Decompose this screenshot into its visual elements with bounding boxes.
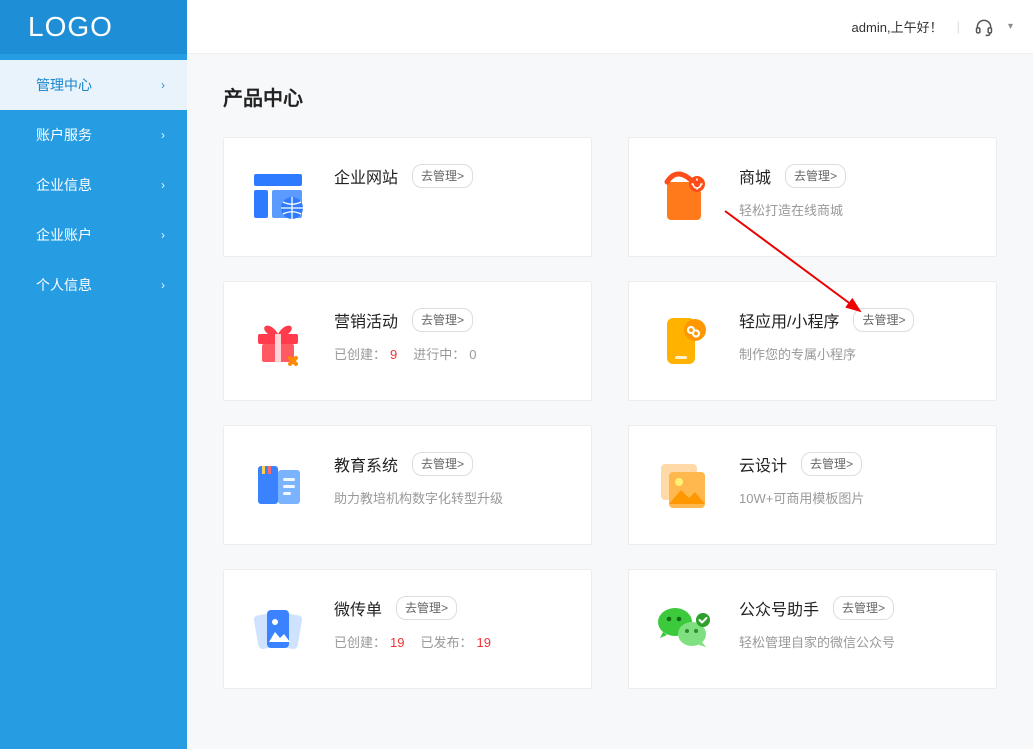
card-subtitle: 轻松打造在线商城 bbox=[739, 200, 970, 219]
cloud-design-icon bbox=[655, 456, 711, 512]
sidebar-item-management-center[interactable]: 管理中心 › bbox=[0, 60, 187, 110]
stat-label: 已创建： bbox=[334, 347, 386, 362]
headset-icon[interactable] bbox=[974, 17, 994, 37]
miniprogram-icon bbox=[655, 312, 711, 368]
stat-value: 9 bbox=[390, 347, 397, 362]
stat-label: 已发布： bbox=[420, 635, 472, 650]
chevron-right-icon: › bbox=[161, 128, 165, 142]
card-mall: 商城 去管理> 轻松打造在线商城 bbox=[628, 137, 997, 257]
sidebar-item-label: 个人信息 bbox=[36, 275, 92, 295]
card-cloud-design: 云设计 去管理> 10W+可商用模板图片 bbox=[628, 425, 997, 545]
card-subtitle: 助力教培机构数字化转型升级 bbox=[334, 488, 565, 507]
sidebar-item-label: 企业账户 bbox=[36, 225, 92, 245]
card-title: 教育系统 bbox=[334, 452, 398, 476]
card-title: 商城 bbox=[739, 164, 771, 188]
greeting-text: admin,上午好！ bbox=[852, 17, 943, 36]
card-stats: 已创建： 19 已发布： 19 bbox=[334, 632, 565, 651]
chevron-right-icon: › bbox=[161, 178, 165, 192]
product-grid: 企业网站 去管理> 商城 去管理> 轻松打造在线商城 bbox=[223, 137, 997, 689]
card-stats: 已创建： 9 进行中： 0 bbox=[334, 344, 565, 363]
topbar: admin,上午好！ | ▾ bbox=[187, 0, 1033, 54]
flyer-icon bbox=[250, 600, 306, 656]
sidebar-item-account-service[interactable]: 账户服务 › bbox=[0, 110, 187, 160]
card-flyer: 微传单 去管理> 已创建： 19 已发布： 19 bbox=[223, 569, 592, 689]
card-subtitle: 轻松管理自家的微信公众号 bbox=[739, 632, 970, 651]
mall-icon bbox=[655, 168, 711, 224]
card-miniprogram: 轻应用/小程序 去管理> 制作您的专属小程序 bbox=[628, 281, 997, 401]
stat-label: 进行中： bbox=[413, 347, 465, 362]
chevron-right-icon: › bbox=[161, 228, 165, 242]
manage-button[interactable]: 去管理> bbox=[785, 164, 846, 188]
manage-button[interactable]: 去管理> bbox=[833, 596, 894, 620]
sidebar-item-label: 账户服务 bbox=[36, 125, 92, 145]
sidebar-item-label: 管理中心 bbox=[36, 75, 92, 95]
manage-button[interactable]: 去管理> bbox=[412, 308, 473, 332]
gift-icon bbox=[250, 312, 306, 368]
divider: | bbox=[957, 19, 960, 34]
chevron-down-icon[interactable]: ▾ bbox=[1008, 21, 1013, 32]
stat-value: 19 bbox=[477, 635, 491, 650]
manage-button[interactable]: 去管理> bbox=[396, 596, 457, 620]
card-subtitle: 10W+可商用模板图片 bbox=[739, 488, 970, 507]
sidebar: LOGO 管理中心 › 账户服务 › 企业信息 › 企业账户 › 个人信息 › bbox=[0, 0, 187, 749]
website-icon bbox=[250, 168, 306, 224]
stat-label: 已创建： bbox=[334, 635, 386, 650]
card-title: 云设计 bbox=[739, 452, 787, 476]
logo: LOGO bbox=[0, 0, 187, 54]
manage-button[interactable]: 去管理> bbox=[853, 308, 914, 332]
card-marketing: 营销活动 去管理> 已创建： 9 进行中： 0 bbox=[223, 281, 592, 401]
card-website: 企业网站 去管理> bbox=[223, 137, 592, 257]
education-icon bbox=[250, 456, 306, 512]
card-wechat-assistant: 公众号助手 去管理> 轻松管理自家的微信公众号 bbox=[628, 569, 997, 689]
manage-button[interactable]: 去管理> bbox=[801, 452, 862, 476]
chevron-right-icon: › bbox=[161, 78, 165, 92]
chevron-right-icon: › bbox=[161, 278, 165, 292]
card-title: 轻应用/小程序 bbox=[739, 308, 839, 332]
sidebar-item-company-info[interactable]: 企业信息 › bbox=[0, 160, 187, 210]
stat-value: 0 bbox=[469, 347, 476, 362]
stat-value: 19 bbox=[390, 635, 404, 650]
card-title: 公众号助手 bbox=[739, 596, 819, 620]
sidebar-item-personal-info[interactable]: 个人信息 › bbox=[0, 260, 187, 310]
card-subtitle: 制作您的专属小程序 bbox=[739, 344, 970, 363]
nav: 管理中心 › 账户服务 › 企业信息 › 企业账户 › 个人信息 › bbox=[0, 54, 187, 310]
card-title: 微传单 bbox=[334, 596, 382, 620]
wechat-icon bbox=[655, 600, 711, 656]
manage-button[interactable]: 去管理> bbox=[412, 452, 473, 476]
page-title: 产品中心 bbox=[223, 82, 997, 111]
card-title: 企业网站 bbox=[334, 164, 398, 188]
main: 产品中心 企业网站 去管理> bbox=[187, 54, 1033, 749]
card-title: 营销活动 bbox=[334, 308, 398, 332]
card-education: 教育系统 去管理> 助力教培机构数字化转型升级 bbox=[223, 425, 592, 545]
manage-button[interactable]: 去管理> bbox=[412, 164, 473, 188]
sidebar-item-company-account[interactable]: 企业账户 › bbox=[0, 210, 187, 260]
sidebar-item-label: 企业信息 bbox=[36, 175, 92, 195]
